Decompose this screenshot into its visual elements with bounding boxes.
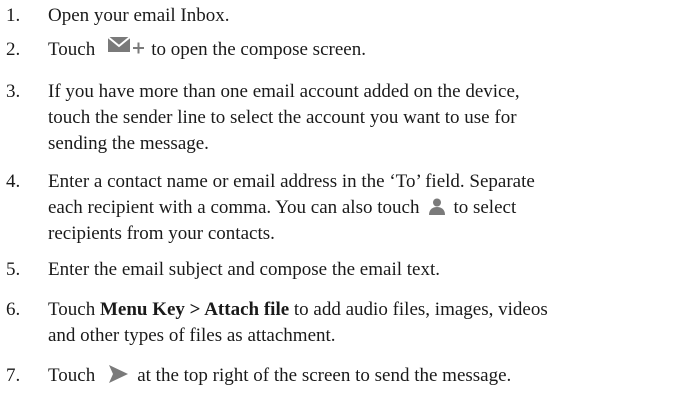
menu-path: Menu Key > Attach file [99, 299, 290, 320]
step-text-before-icon: Touch [48, 39, 96, 60]
step-number: 2. [6, 39, 21, 60]
step-text-line: and other types of files as attachment. [48, 325, 336, 346]
step-text-line: sending the message. [48, 133, 209, 154]
step-number: 5. [6, 259, 21, 280]
step-text-line: If you have more than one email account … [48, 81, 520, 102]
instruction-list: 1. Open your email Inbox. 2. Touch to op… [0, 0, 684, 396]
step-text: Touch at the top right of the screen to … [48, 364, 511, 388]
step-text-line: recipients from your contacts. [48, 223, 275, 244]
step-text-line: Touch Menu Key > Attach file to add audi… [48, 298, 548, 322]
step-text: Touch to open the compose screen. [48, 35, 366, 62]
step-number: 1. [6, 5, 21, 26]
contacts-person-icon [427, 196, 447, 216]
step-number: 7. [6, 365, 21, 386]
step-text: Open your email Inbox. [48, 5, 230, 26]
step-text-line: touch the sender line to select the acco… [48, 107, 517, 128]
step-number: 6. [6, 299, 21, 320]
step-number: 4. [6, 171, 21, 192]
step-text-line: each recipient with a comma. You can als… [48, 196, 516, 220]
step-text-before-icon: Touch [48, 365, 96, 386]
step-text: Enter the email subject and compose the … [48, 259, 441, 280]
step-text-after-icon: at the top right of the screen to send t… [137, 365, 512, 386]
step-text-before-bold: Touch [48, 299, 96, 320]
step-text-after-icon: to select [453, 197, 517, 218]
step-text-line: Enter a contact name or email address in… [48, 171, 535, 192]
compose-mail-icon [105, 35, 145, 58]
step-number: 3. [6, 81, 21, 102]
step-text-after-icon: to open the compose screen. [151, 39, 366, 60]
send-icon [107, 363, 129, 385]
step-text-after-bold: to add audio files, images, videos [293, 299, 548, 320]
step-text-before-icon: each recipient with a comma. You can als… [48, 197, 420, 218]
